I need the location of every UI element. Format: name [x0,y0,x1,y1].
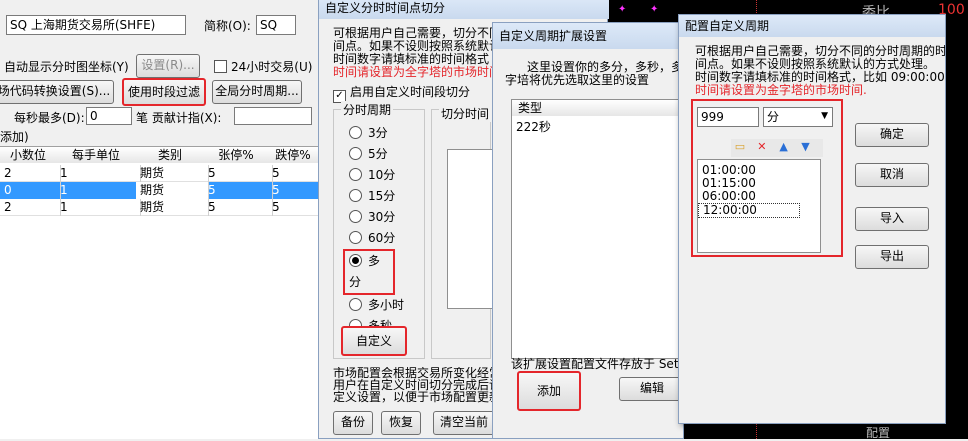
seconds-input[interactable]: 0 [86,107,132,125]
footer-line: 定义设置，以便于市场配置更新 [333,390,499,403]
red-note: 时间请设置为金字塔的市场时间. [695,83,867,97]
cell-category: 期货 [136,182,209,199]
backup-button[interactable]: 备份 [333,411,373,435]
cell-category: 期货 [136,199,209,216]
export-button[interactable]: 导出 [855,245,929,269]
enable-split-label: 启用自定义时间段切分 [350,85,471,99]
dialog-configure-custom-period: 配置自定义周期 可根据用户自己需要，切分不同的分时周期的时 间点。如果不设则按照… [678,14,946,424]
description: 这里设置你的多分，多秒，多分 字培将优先选取这里的设置 [505,61,681,87]
arrow-down-icon[interactable]: ▼ [796,139,814,155]
cell-decimal: 0 [0,182,61,199]
dialog-title: 自定义周期扩展设置 [493,23,683,49]
red-note: 时间请设置为全字塔的市场时间 [333,65,502,79]
time-list[interactable]: 01:00:00 01:15:00 06:00:00 12:00:00 [697,159,821,253]
cell-lot-unit: 1 [56,182,141,199]
period-group-label: 分时周期 [341,101,394,118]
contribution-input[interactable] [234,107,312,125]
radio-multi-hour[interactable]: 多小时 [349,295,404,316]
radio-5min[interactable]: 5分 [349,144,404,165]
cell-decimal: 2 [0,199,61,216]
add-label: 添加) [0,130,29,144]
import-button[interactable]: 导入 [855,207,929,231]
cell-decimal: 2 [0,165,61,182]
contribution-label: 笔 贡献计指(X): [136,111,222,125]
table-row[interactable]: 2 1 期货 5 5 [0,199,323,216]
arrow-up-icon[interactable]: ▲ [775,139,793,155]
footer-note: 市场配置会根据交易所变化经常 用户在自定义时间切分完成后请 定义设置，以便于市场… [333,367,499,403]
radio-60min[interactable]: 60分 [349,228,404,249]
global-period-button[interactable]: 全局分时周期... [212,80,302,104]
col-header-category[interactable]: 类别 [136,147,205,163]
unit-select[interactable]: 分 ▼ [763,107,833,127]
radio-10min[interactable]: 10分 [349,165,404,186]
time-filter-button[interactable]: 使用时段过滤 [122,78,206,106]
cell-lot-unit: 1 [56,199,141,216]
period-options: 3分 5分 10分 15分 30分 60分 多分 多小时 多秒 1分 [343,123,404,358]
checkbox-box[interactable] [214,60,227,73]
short-name-label: 简称(O): [204,19,251,33]
storage-note: 该扩展设置配置文件存放于 Set [511,357,679,371]
description: 可根据用户自己需要，切分不同 间点。如果不设则按照系统默认 时间数字请填标准的时… [333,27,513,79]
list-item[interactable]: 12:00:00 [698,203,800,218]
radio-3min[interactable]: 3分 [349,123,404,144]
code-input[interactable]: SQ 上海期货交易所(SHFE) [6,15,186,35]
col-header-decimal[interactable]: 小数位 [0,147,57,163]
cell-limit-up: 5 [204,182,273,199]
chevron-down-icon: ▼ [821,111,828,121]
cell-limit-down: 5 [268,182,323,199]
restore-button[interactable]: 恢复 [381,411,421,435]
slice-time-list[interactable] [447,149,493,309]
seconds-label: 每秒最多(D): [14,111,85,125]
list-item[interactable]: 06:00:00 [698,190,820,203]
instrument-table: 小数位 每手单位 类别 张停% 跌停% 2 1 期货 5 5 0 1 期货 5 … [0,146,323,439]
custom-button[interactable]: 自定义 [341,326,407,356]
cell-limit-up: 5 [204,165,273,182]
unit-select-value: 分 [767,110,780,124]
cell-lot-unit: 1 [56,165,141,182]
code-convert-button[interactable]: 场代码转换设置(S)... [0,80,114,104]
add-button[interactable]: 添加 [517,371,581,411]
hours24-checkbox[interactable]: 24小时交易(U) [214,58,312,75]
cell-limit-down: 5 [268,199,323,216]
col-header-lot-unit[interactable]: 每手单位 [56,147,137,163]
marker-dot: ✦ [650,4,659,15]
table-row[interactable]: 2 1 期货 5 5 [0,165,323,182]
type-list[interactable]: 类型 222秒 [511,99,685,359]
col-header-limit-up[interactable]: 张停% [204,147,269,163]
table-row[interactable]: 0 1 期货 5 5 [0,182,323,199]
marker-dot: ✦ [618,4,627,15]
delete-icon[interactable]: ✕ [753,139,771,155]
folder-icon[interactable]: ▭ [731,139,749,155]
time-toolbar: ▭ ✕ ▲ ▼ [731,139,823,157]
dialog-title: 自定义分时时间点切分 [319,0,609,19]
background-config-label: 配置 [866,426,891,440]
enable-split-checkbox[interactable]: ✓ 启用自定义时间段切分 [333,83,470,103]
cancel-button[interactable]: 取消 [855,163,929,187]
value-input[interactable]: 999 [697,107,759,127]
edit-button[interactable]: 编辑 [619,377,685,401]
col-header-limit-down[interactable]: 跌停% [268,147,319,163]
settings-button[interactable]: 设置(R)... [136,54,200,78]
description: 可根据用户自己需要，切分不同的分时周期的时 间点。如果不设则按照系统默认的方式处… [695,45,945,97]
cell-category: 期货 [136,165,209,182]
list-item[interactable]: 222秒 [516,118,551,135]
radio-15min[interactable]: 15分 [349,186,404,207]
desc-line: 字培将优先选取这里的设置 [505,73,650,87]
auto-axis-label[interactable]: 自动显示分时图坐标(Y) [4,58,129,75]
radio-multi-min[interactable]: 多分 [343,249,395,295]
slice-group-label: 切分时间 [439,105,492,122]
short-name-input[interactable]: SQ [256,15,296,35]
cell-limit-down: 5 [268,165,323,182]
radio-30min[interactable]: 30分 [349,207,404,228]
hours24-label: 24小时交易(U) [231,60,313,74]
type-column-header[interactable]: 类型 [512,100,667,116]
cell-limit-up: 5 [204,199,273,216]
left-panel: SQ 上海期货交易所(SHFE) 简称(O): SQ 自动显示分时图坐标(Y) … [0,0,323,439]
dialog-period-extension: 自定义周期扩展设置 这里设置你的多分，多秒，多分 字培将优先选取这里的设置 类型… [492,22,685,439]
clear-current-button[interactable]: 清空当前 [433,411,495,435]
dialog-title: 配置自定义周期 [679,15,945,37]
ok-button[interactable]: 确定 [855,123,929,147]
